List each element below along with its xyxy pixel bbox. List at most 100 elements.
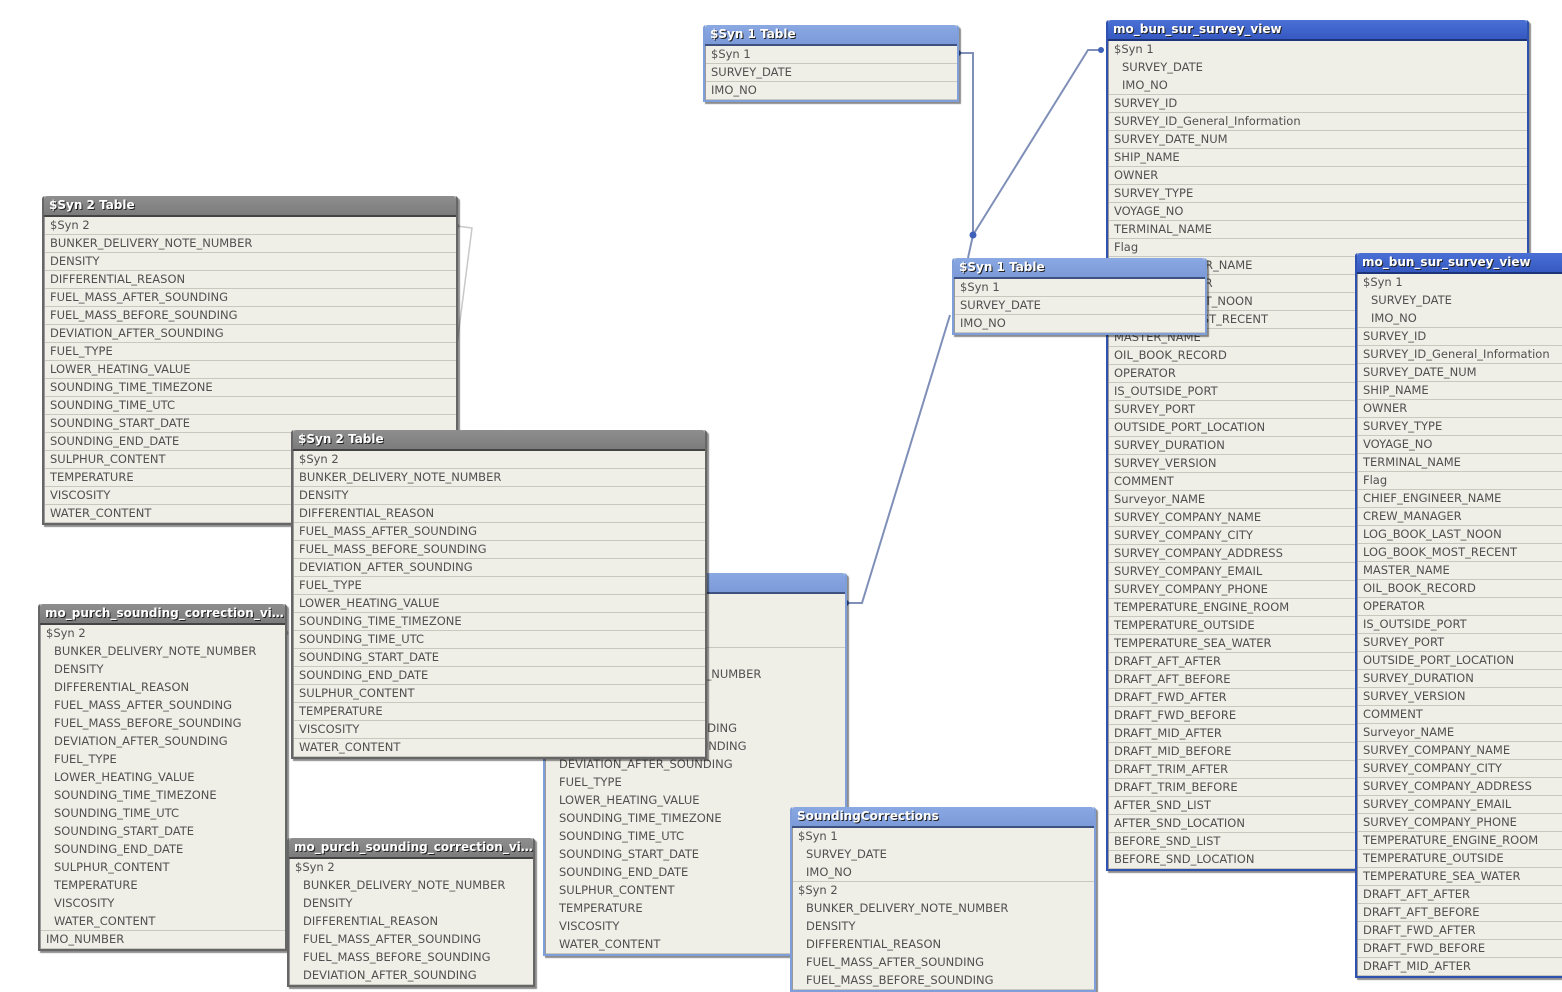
field-row[interactable]: WATER_CONTENT <box>41 913 285 931</box>
field-row[interactable]: SURVEY_TYPE <box>1109 185 1527 203</box>
field-row[interactable]: DEVIATION_AFTER_SOUNDING <box>41 733 285 751</box>
field-row[interactable]: LOWER_HEATING_VALUE <box>41 769 285 787</box>
field-row[interactable]: FUEL_MASS_AFTER_SOUNDING <box>793 954 1094 972</box>
field-row[interactable]: SOUNDING_TIME_TIMEZONE <box>45 379 456 397</box>
field-row[interactable]: CREW_MANAGER <box>1358 508 1562 526</box>
field-row[interactable]: IMO_NO <box>706 82 957 100</box>
field-row[interactable]: TERMINAL_NAME <box>1109 221 1527 239</box>
field-row[interactable]: $Syn 1 <box>706 46 957 64</box>
field-row[interactable]: TEMPERATURE_SEA_WATER <box>1358 868 1562 886</box>
field-row[interactable]: FUEL_MASS_BEFORE_SOUNDING <box>45 307 456 325</box>
field-row[interactable]: $Syn 1 <box>955 279 1205 297</box>
field-row[interactable]: SOUNDING_START_DATE <box>294 649 705 667</box>
field-row[interactable]: IMO_NO <box>1358 310 1562 328</box>
field-row[interactable]: TEMPERATURE <box>41 877 285 895</box>
field-row[interactable]: VISCOSITY <box>41 895 285 913</box>
field-row[interactable]: SURVEY_DATE <box>793 846 1094 864</box>
field-row[interactable]: SURVEY_ID_General_Information <box>1358 346 1562 364</box>
field-row[interactable]: FUEL_TYPE <box>546 774 845 792</box>
field-row[interactable]: DENSITY <box>793 918 1094 936</box>
field-row[interactable]: SURVEY_TYPE <box>1358 418 1562 436</box>
field-row[interactable]: SOUNDING_TIME_UTC <box>41 805 285 823</box>
field-row[interactable]: DIFFERENTIAL_REASON <box>290 913 533 931</box>
field-row[interactable]: $Syn 2 <box>41 625 285 643</box>
field-row[interactable]: FUEL_MASS_AFTER_SOUNDING <box>290 931 533 949</box>
field-row[interactable]: SOUNDING_TIME_TIMEZONE <box>41 787 285 805</box>
table-title[interactable]: $Syn 2 Table <box>44 196 456 217</box>
field-row[interactable]: SURVEY_VERSION <box>1358 688 1562 706</box>
field-row[interactable]: SHIP_NAME <box>1358 382 1562 400</box>
field-row[interactable]: SULPHUR_CONTENT <box>41 859 285 877</box>
table-sounding-corrections[interactable]: SoundingCorrections $Syn 1 SURVEY_DATE IMO_… <box>790 807 1096 992</box>
field-row[interactable]: DRAFT_FWD_AFTER <box>1358 922 1562 940</box>
field-row[interactable]: MASTER_NAME <box>1358 562 1562 580</box>
field-row[interactable]: IMO_NO <box>1109 77 1527 95</box>
field-row[interactable]: Surveyor_NAME <box>1358 724 1562 742</box>
field-row[interactable]: SURVEY_COMPANY_EMAIL <box>1358 796 1562 814</box>
field-row[interactable]: FUEL_MASS_AFTER_SOUNDING <box>41 697 285 715</box>
field-row[interactable]: BUNKER_DELIVERY_NOTE_NUMBER <box>290 877 533 895</box>
field-row[interactable]: SULPHUR_CONTENT <box>294 685 705 703</box>
field-row[interactable]: DRAFT_AFT_BEFORE <box>1358 904 1562 922</box>
field-row[interactable]: SURVEY_COMPANY_NAME <box>1358 742 1562 760</box>
table-title[interactable]: $Syn 1 Table <box>954 258 1205 279</box>
field-row[interactable]: IMO_NO <box>793 864 1094 882</box>
field-row[interactable]: DEVIATION_AFTER_SOUNDING <box>290 967 533 985</box>
field-row[interactable]: DIFFERENTIAL_REASON <box>793 936 1094 954</box>
field-row[interactable]: SOUNDING_END_DATE <box>294 667 705 685</box>
field-row[interactable]: TEMPERATURE <box>294 703 705 721</box>
field-row[interactable]: VISCOSITY <box>294 721 705 739</box>
field-row[interactable]: SOUNDING_TIME_TIMEZONE <box>294 613 705 631</box>
field-row[interactable]: WATER_CONTENT <box>294 739 705 757</box>
field-row[interactable]: TERMINAL_NAME <box>1358 454 1562 472</box>
field-row[interactable]: TEMPERATURE_OUTSIDE <box>1358 850 1562 868</box>
table-title[interactable]: mo_bun_sur_survey_view <box>1357 253 1562 274</box>
table-mo-bun-sur-survey-view-2[interactable]: mo_bun_sur_survey_view $Syn 1 SURVEY_DATE I… <box>1355 253 1562 978</box>
field-row[interactable]: SURVEY_DATE <box>1109 59 1527 77</box>
field-row[interactable]: FUEL_MASS_AFTER_SOUNDING <box>45 289 456 307</box>
field-row[interactable]: SURVEY_DATE_NUM <box>1109 131 1527 149</box>
field-row[interactable]: SURVEY_DATE <box>706 64 957 82</box>
field-row[interactable]: OUTSIDE_PORT_LOCATION <box>1358 652 1562 670</box>
table-syn2-table-2[interactable]: $Syn 2 Table $Syn 2 BUNKER_DELIVERY_NOTE_N… <box>291 430 707 759</box>
field-row[interactable]: DEVIATION_AFTER_SOUNDING <box>45 325 456 343</box>
field-row[interactable]: OWNER <box>1358 400 1562 418</box>
field-row[interactable]: SOUNDING_TIME_UTC <box>45 397 456 415</box>
field-row[interactable]: $Syn 2 <box>45 217 456 235</box>
field-row[interactable]: SURVEY_PORT <box>1358 634 1562 652</box>
field-row[interactable]: IMO_NUMBER <box>41 931 285 949</box>
field-row[interactable]: FUEL_TYPE <box>294 577 705 595</box>
field-row[interactable]: VOYAGE_NO <box>1358 436 1562 454</box>
field-row[interactable]: SOUNDING_TIME_UTC <box>294 631 705 649</box>
field-row[interactable]: SOUNDING_END_DATE <box>41 841 285 859</box>
field-row[interactable]: FUEL_MASS_AFTER_SOUNDING <box>294 523 705 541</box>
field-row[interactable]: OWNER <box>1109 167 1527 185</box>
field-row[interactable]: OIL_BOOK_RECORD <box>1358 580 1562 598</box>
field-row[interactable]: $Syn 1 <box>793 828 1094 846</box>
field-row[interactable]: $Syn 1 <box>1109 41 1527 59</box>
table-title[interactable]: mo_bun_sur_survey_view <box>1108 20 1527 41</box>
field-row[interactable]: DIFFERENTIAL_REASON <box>45 271 456 289</box>
field-row[interactable]: LOG_BOOK_LAST_NOON <box>1358 526 1562 544</box>
field-row[interactable]: SURVEY_DURATION <box>1358 670 1562 688</box>
table-title[interactable]: $Syn 1 Table <box>705 25 957 46</box>
field-row[interactable]: SURVEY_ID <box>1358 328 1562 346</box>
field-row[interactable]: BUNKER_DELIVERY_NOTE_NUMBER <box>41 643 285 661</box>
field-row[interactable]: FUEL_MASS_BEFORE_SOUNDING <box>290 949 533 967</box>
field-row[interactable]: SURVEY_ID <box>1109 95 1527 113</box>
field-row[interactable]: DEVIATION_AFTER_SOUNDING <box>294 559 705 577</box>
field-row[interactable]: SURVEY_DATE <box>955 297 1205 315</box>
field-row[interactable]: IS_OUTSIDE_PORT <box>1358 616 1562 634</box>
field-row[interactable]: $Syn 2 <box>294 451 705 469</box>
field-row[interactable]: Flag <box>1358 472 1562 490</box>
table-mo-purch-2[interactable]: mo_purch_sounding_correction_vi... $Syn 2… <box>287 838 535 987</box>
field-row[interactable]: FUEL_MASS_BEFORE_SOUNDING <box>41 715 285 733</box>
field-row[interactable]: FUEL_MASS_BEFORE_SOUNDING <box>793 972 1094 990</box>
field-row[interactable]: BUNKER_DELIVERY_NOTE_NUMBER <box>793 900 1094 918</box>
field-row[interactable]: DRAFT_MID_AFTER <box>1358 958 1562 976</box>
field-row[interactable]: SURVEY_DATE_NUM <box>1358 364 1562 382</box>
field-row[interactable]: DRAFT_FWD_BEFORE <box>1358 940 1562 958</box>
field-row[interactable]: DENSITY <box>290 895 533 913</box>
field-row[interactable]: SOUNDING_START_DATE <box>41 823 285 841</box>
table-syn1-table-1[interactable]: $Syn 1 Table $Syn 1 SURVEY_DATE IMO_NO <box>703 25 959 102</box>
